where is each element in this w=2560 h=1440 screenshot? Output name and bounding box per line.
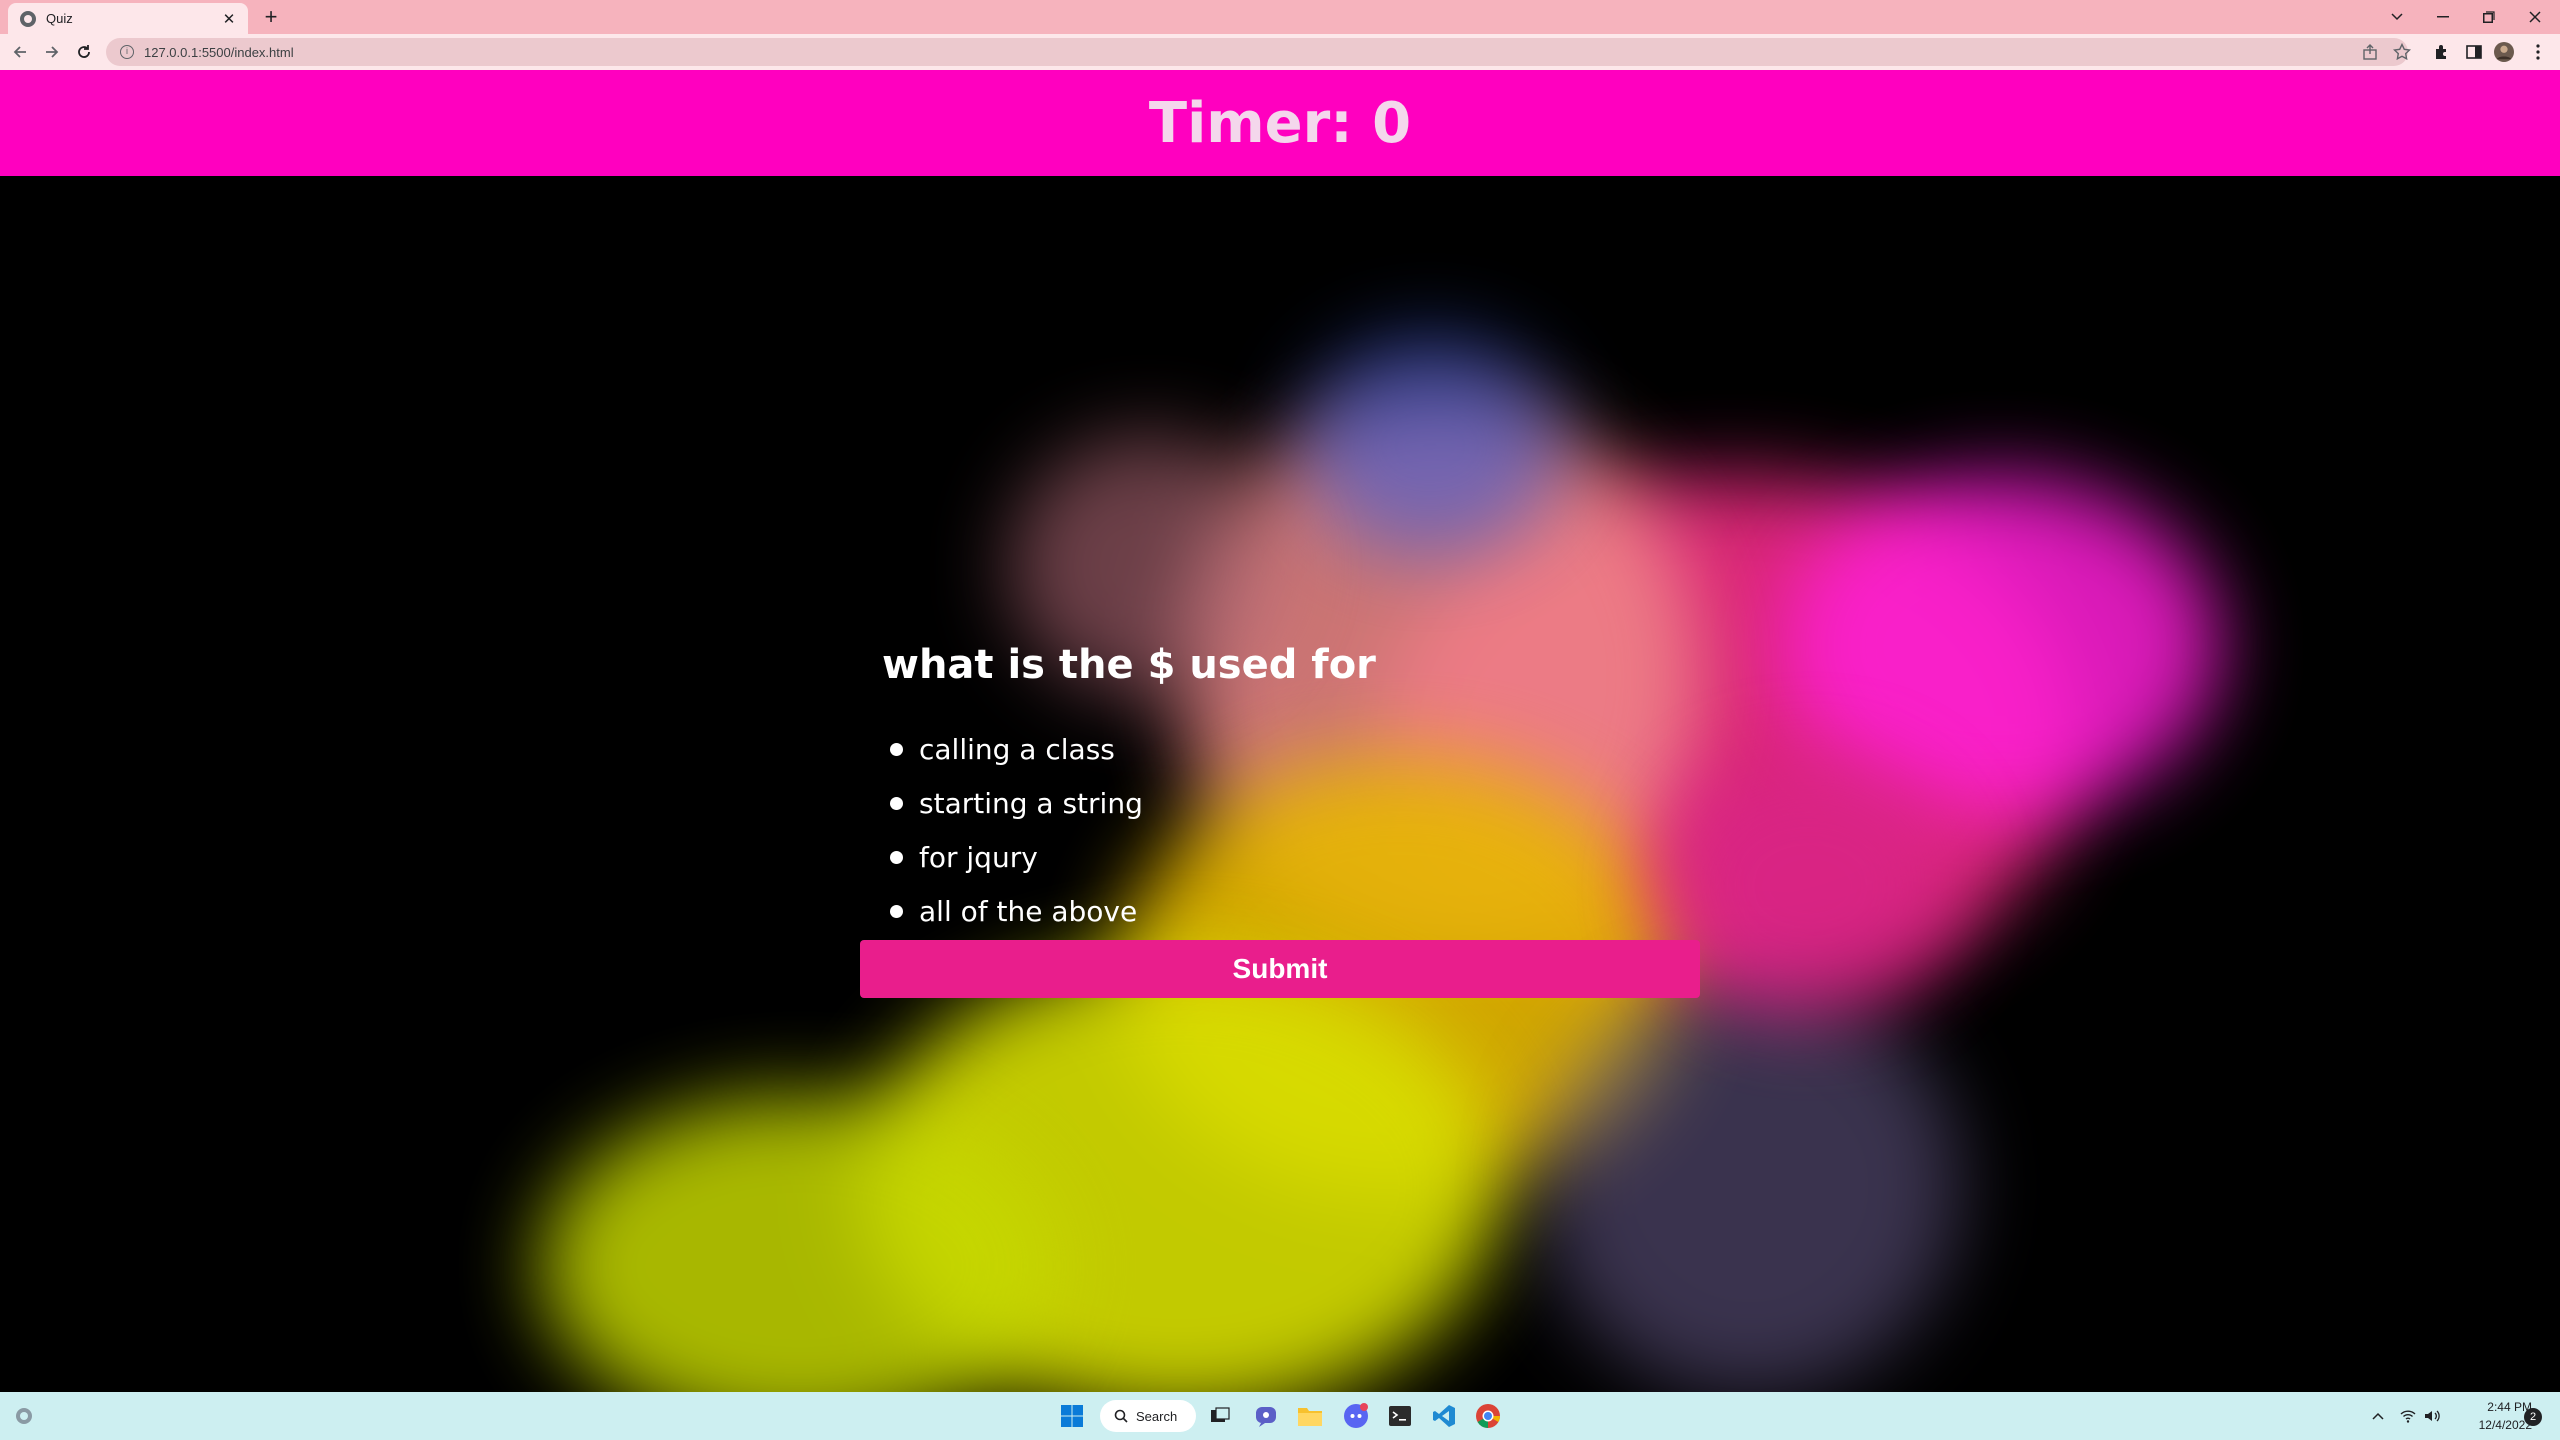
web-page: Timer: 0 what is the $ used for calling … bbox=[0, 70, 2560, 1392]
choice-label: for jqury bbox=[919, 840, 1038, 874]
new-tab-button[interactable]: + bbox=[258, 4, 284, 30]
window-close-icon[interactable] bbox=[2512, 0, 2558, 34]
back-arrow-icon[interactable] bbox=[8, 40, 32, 64]
browser-tab-strip: Quiz ✕ + bbox=[0, 0, 2560, 34]
choice-item[interactable]: for jqury bbox=[890, 830, 1143, 884]
timer-display: Timer: 0 bbox=[1148, 90, 1412, 156]
system-clock[interactable]: 2:44 PM 12/4/2022 bbox=[2442, 1398, 2532, 1434]
search-icon bbox=[1114, 1409, 1128, 1423]
clock-date: 12/4/2022 bbox=[2478, 1418, 2532, 1432]
windows-taskbar: Search 2:44 PM 12/4/2022 2 bbox=[0, 1392, 2560, 1440]
file-explorer-icon[interactable] bbox=[1294, 1400, 1326, 1432]
choice-label: starting a string bbox=[919, 786, 1143, 820]
profile-avatar[interactable] bbox=[2494, 42, 2514, 62]
discord-icon[interactable] bbox=[1340, 1400, 1372, 1432]
browser-toolbar: i 127.0.0.1:5500/index.html bbox=[0, 34, 2560, 70]
share-icon[interactable] bbox=[2360, 42, 2380, 62]
side-panel-icon[interactable] bbox=[2464, 42, 2484, 62]
browser-tab[interactable]: Quiz ✕ bbox=[8, 3, 248, 34]
minimize-icon[interactable] bbox=[2420, 0, 2466, 34]
extensions-icon[interactable] bbox=[2432, 42, 2452, 62]
wifi-icon[interactable] bbox=[2400, 1392, 2416, 1440]
choice-label: all of the above bbox=[919, 894, 1138, 928]
teams-chat-icon[interactable] bbox=[1250, 1400, 1282, 1432]
choice-item[interactable]: calling a class bbox=[890, 722, 1143, 776]
choice-item[interactable]: all of the above bbox=[890, 884, 1143, 938]
submit-button[interactable]: Submit bbox=[860, 940, 1700, 998]
chrome-menu-icon[interactable] bbox=[2528, 42, 2548, 62]
restore-icon[interactable] bbox=[2466, 0, 2512, 34]
widgets-icon[interactable] bbox=[8, 1400, 40, 1432]
choices-list: calling a class starting a string for jq… bbox=[890, 722, 1143, 938]
clock-time: 2:44 PM bbox=[2487, 1400, 2532, 1414]
bullet-icon bbox=[890, 850, 903, 864]
tab-title: Quiz bbox=[46, 11, 73, 26]
close-tab-icon[interactable]: ✕ bbox=[220, 10, 238, 28]
notification-badge[interactable]: 2 bbox=[2524, 1408, 2542, 1426]
bullet-icon bbox=[890, 904, 903, 918]
color-powder-background: what is the $ used for calling a class s… bbox=[0, 176, 2560, 1392]
url-text[interactable]: 127.0.0.1:5500/index.html bbox=[144, 45, 294, 60]
tab-search-chevron-icon[interactable] bbox=[2374, 0, 2420, 34]
address-bar[interactable]: i 127.0.0.1:5500/index.html bbox=[106, 38, 2408, 66]
reload-icon[interactable] bbox=[72, 40, 96, 64]
choice-label: calling a class bbox=[919, 732, 1115, 766]
search-label: Search bbox=[1136, 1408, 1178, 1424]
task-view-icon[interactable] bbox=[1204, 1400, 1236, 1432]
question-text: what is the $ used for bbox=[882, 642, 1376, 688]
globe-icon bbox=[20, 10, 36, 27]
timer-header: Timer: 0 bbox=[0, 70, 2560, 176]
site-info-icon[interactable]: i bbox=[120, 45, 134, 59]
chrome-icon[interactable] bbox=[1472, 1400, 1504, 1432]
taskbar-search[interactable]: Search bbox=[1100, 1400, 1196, 1432]
tray-chevron-icon[interactable] bbox=[2372, 1392, 2384, 1440]
vscode-icon[interactable] bbox=[1428, 1400, 1460, 1432]
terminal-icon[interactable] bbox=[1384, 1400, 1416, 1432]
volume-icon[interactable] bbox=[2424, 1392, 2440, 1440]
bullet-icon bbox=[890, 742, 903, 756]
windows-start-icon[interactable] bbox=[1056, 1400, 1088, 1432]
bullet-icon bbox=[890, 796, 903, 810]
choice-item[interactable]: starting a string bbox=[890, 776, 1143, 830]
forward-arrow-icon[interactable] bbox=[40, 40, 64, 64]
bookmark-star-icon[interactable] bbox=[2392, 42, 2412, 62]
